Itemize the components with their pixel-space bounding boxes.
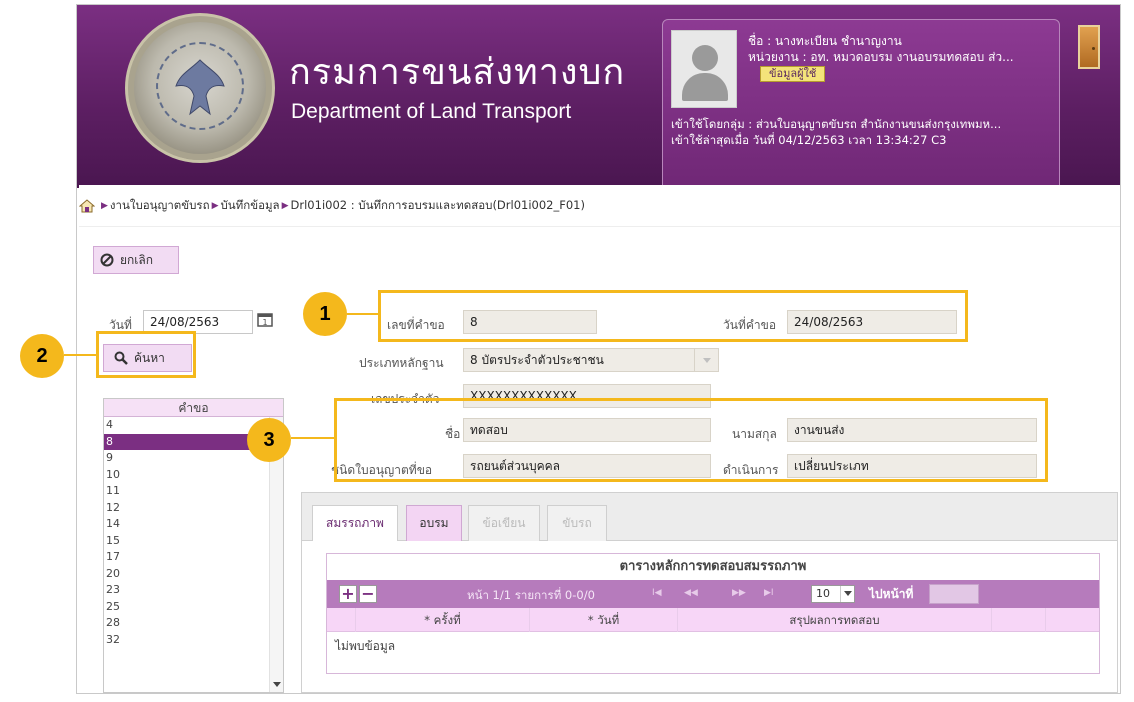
doc-type-label: ประเภทหลักฐาน bbox=[359, 356, 444, 370]
first-page-icon[interactable]: I◀ bbox=[652, 588, 662, 598]
callout-box-3 bbox=[334, 398, 1048, 482]
tab-bar: สมรรถภาพ อบรม ข้อเขียน ขับรถ bbox=[302, 493, 1117, 541]
callout-badge-2: 2 bbox=[20, 334, 64, 378]
doc-type-select[interactable]: 8 บัตรประจำตัวประชาชน bbox=[463, 348, 695, 372]
breadcrumb-current: Drl01i002 : บันทึกการอบรมและทดสอบ(Drl01i… bbox=[290, 197, 585, 212]
col-header-date[interactable]: * วันที่ bbox=[529, 608, 677, 632]
request-list-item[interactable]: 20 bbox=[104, 566, 283, 583]
grid-title: ตารางหลักการทดสอบสมรรถภาพ bbox=[327, 554, 1099, 580]
dept-name-en: Department of Land Transport bbox=[291, 100, 572, 123]
calendar-icon[interactable]: 1 bbox=[256, 310, 274, 328]
col-header-round[interactable]: * ครั้งที่ bbox=[355, 608, 529, 632]
breadcrumb: ▶ งานใบอนุญาตขับรถ ▶ บันทึกข้อมูล ▶ Drl0… bbox=[79, 185, 1120, 227]
grid-header-row: * ครั้งที่ * วันที่ สรุปผลการทดสอบ bbox=[327, 608, 1099, 632]
last-page-icon[interactable]: ▶I bbox=[764, 588, 774, 598]
user-info-panel: ชื่อ : นางทะเบียน ชำนาญงาน หน่วยงาน : อท… bbox=[662, 19, 1060, 191]
callout-box-1 bbox=[378, 290, 968, 342]
remove-row-icon[interactable]: − bbox=[359, 585, 377, 603]
callout-line-3 bbox=[291, 437, 334, 439]
request-list-item[interactable]: 28 bbox=[104, 615, 283, 632]
app-frame: กรมการขนส่งทางบก Department of Land Tran… bbox=[76, 4, 1121, 694]
request-list-header: คำขอ bbox=[104, 399, 283, 417]
request-list-item[interactable]: 10 bbox=[104, 467, 283, 484]
request-list-item[interactable]: 25 bbox=[104, 599, 283, 616]
chevron-right-icon: ▶ bbox=[101, 200, 108, 211]
user-info-button[interactable]: ข้อมูลผู้ใช้ bbox=[760, 66, 826, 82]
dept-name-th: กรมการขนส่งทางบก bbox=[289, 52, 626, 93]
col-header-extra bbox=[1045, 608, 1099, 632]
last-login: เข้าใช้ล่าสุดเมื่อ วันที่ 04/12/2563 เวล… bbox=[671, 133, 947, 147]
svg-text:1: 1 bbox=[262, 318, 267, 327]
add-row-icon[interactable]: + bbox=[339, 585, 357, 603]
fitness-grid: ตารางหลักการทดสอบสมรรถภาพ + − หน้า 1/1 ร… bbox=[326, 553, 1100, 674]
header-banner: กรมการขนส่งทางบก Department of Land Tran… bbox=[77, 5, 1120, 191]
callout-line-2 bbox=[64, 354, 96, 356]
tab-fitness[interactable]: สมรรถภาพ bbox=[312, 505, 398, 541]
chevron-right-icon: ▶ bbox=[211, 200, 219, 211]
request-list-item[interactable]: 32 bbox=[104, 632, 283, 649]
callout-box-2 bbox=[96, 331, 196, 378]
cancel-icon bbox=[100, 253, 114, 267]
select-all-cell[interactable] bbox=[327, 608, 355, 632]
next-page-icon[interactable]: ▶▶ bbox=[732, 588, 746, 598]
user-unit: หน่วยงาน : อท. หมวดอบรม งานอบรมทดสอบ ส่ว… bbox=[748, 50, 1014, 64]
chevron-down-icon[interactable] bbox=[695, 348, 719, 372]
request-list-item[interactable]: 23 bbox=[104, 582, 283, 599]
chevron-right-icon: ▶ bbox=[281, 200, 289, 211]
callout-badge-3: 3 bbox=[247, 418, 291, 462]
callout-badge-1: 1 bbox=[303, 292, 347, 336]
col-header-extra bbox=[991, 608, 1045, 632]
request-list-item[interactable]: 12 bbox=[104, 500, 283, 517]
grid-empty-message: ไม่พบข้อมูล bbox=[335, 639, 396, 653]
request-list-item[interactable]: 15 bbox=[104, 533, 283, 550]
grid-pager: + − หน้า 1/1 รายการที่ 0-0/0 I◀ ◀◀ ▶▶ ▶I… bbox=[327, 580, 1099, 608]
cancel-button[interactable]: ยกเลิก bbox=[93, 246, 179, 274]
cancel-label: ยกเลิก bbox=[120, 252, 154, 267]
page-size-value: 10 bbox=[816, 587, 830, 600]
request-list-item[interactable]: 14 bbox=[104, 516, 283, 533]
tab-panel: สมรรถภาพ อบรม ข้อเขียน ขับรถ ตารางหลักกา… bbox=[301, 492, 1118, 693]
callout-line-1 bbox=[347, 313, 378, 315]
dlt-seal-logo bbox=[125, 13, 275, 163]
prev-page-icon[interactable]: ◀◀ bbox=[684, 588, 698, 598]
col-header-result[interactable]: สรุปผลการทดสอบ bbox=[677, 608, 991, 632]
logout-door-icon[interactable] bbox=[1078, 25, 1100, 69]
breadcrumb-item[interactable]: งานใบอนุญาตขับรถ bbox=[110, 197, 210, 215]
page-size-select[interactable]: 10 bbox=[811, 585, 855, 603]
goto-label: ไปหน้าที่ bbox=[869, 587, 914, 601]
pager-info: หน้า 1/1 รายการที่ 0-0/0 bbox=[467, 588, 595, 602]
breadcrumb-item[interactable]: บันทึกข้อมูล bbox=[221, 197, 280, 215]
user-avatar bbox=[671, 30, 737, 108]
request-list-item[interactable]: 17 bbox=[104, 549, 283, 566]
goto-page-input[interactable] bbox=[929, 584, 979, 604]
tab-written[interactable]: ข้อเขียน bbox=[468, 505, 540, 541]
scroll-down-icon[interactable] bbox=[273, 682, 281, 687]
request-list-item[interactable]: 11 bbox=[104, 483, 283, 500]
tab-training[interactable]: อบรม bbox=[406, 505, 462, 541]
tab-driving[interactable]: ขับรถ bbox=[547, 505, 607, 541]
home-icon[interactable] bbox=[79, 198, 95, 213]
